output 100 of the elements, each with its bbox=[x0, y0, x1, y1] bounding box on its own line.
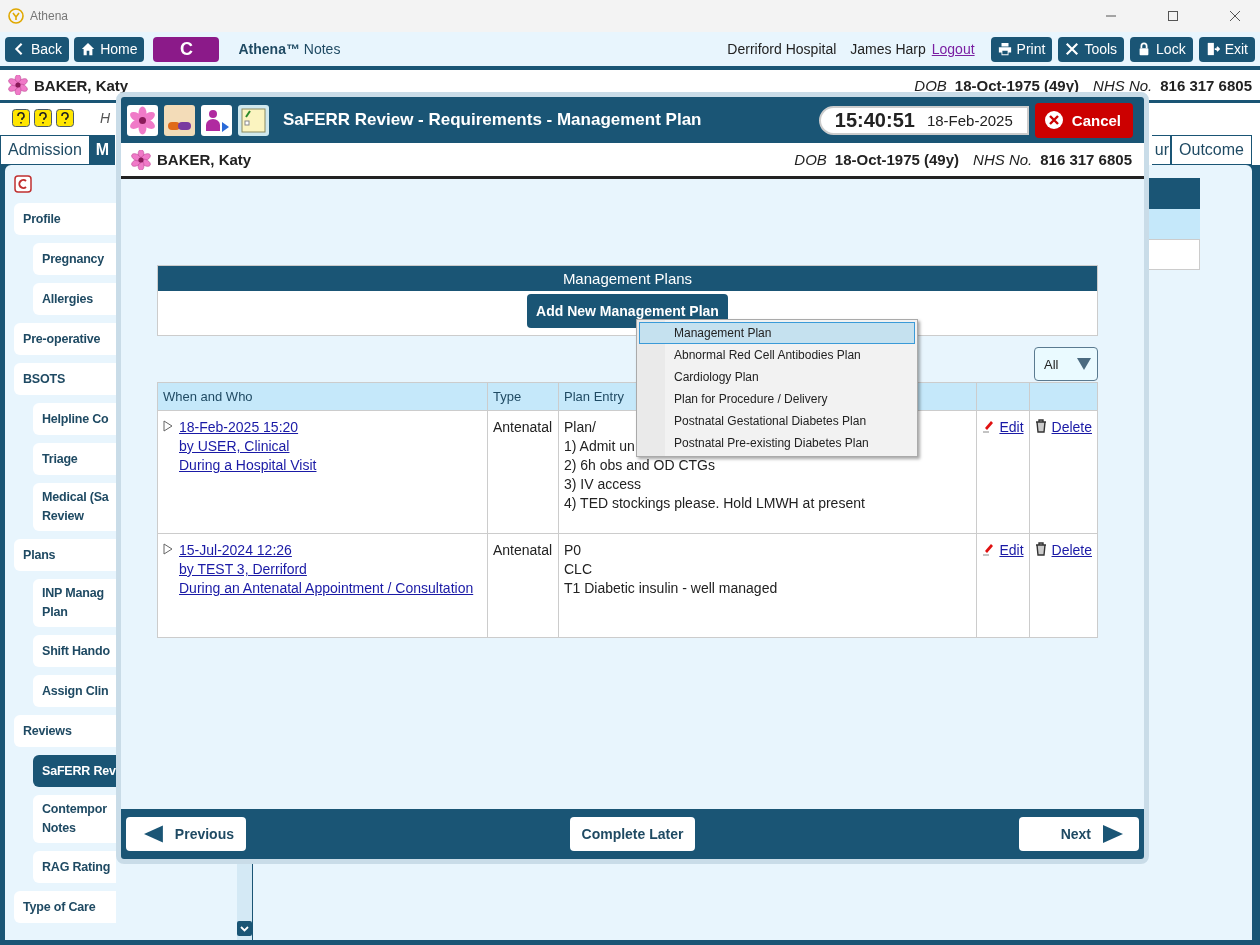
home-icon bbox=[81, 42, 96, 56]
triangle-right-icon bbox=[1103, 825, 1123, 843]
patient-name: BAKER, Katy bbox=[157, 151, 252, 168]
delete-link[interactable]: Delete bbox=[1051, 418, 1092, 437]
nhs-label: NHS No. bbox=[973, 151, 1033, 168]
exit-button[interactable]: Exit bbox=[1198, 36, 1255, 62]
maximize-icon[interactable] bbox=[1167, 10, 1179, 22]
tab[interactable]: M bbox=[89, 135, 115, 165]
help-icon[interactable] bbox=[56, 109, 74, 127]
author-link[interactable]: by USER, Clinical bbox=[179, 437, 317, 456]
plan-line: T1 Diabetic insulin - well managed bbox=[564, 579, 778, 598]
menu-item[interactable]: Postnatal Pre-existing Diabetes Plan bbox=[639, 432, 915, 454]
context-link[interactable]: During an Antenatal Appointment / Consultation bbox=[179, 579, 474, 598]
home-button[interactable]: Home bbox=[74, 36, 145, 62]
capsule-icon[interactable] bbox=[164, 104, 195, 136]
expand-icon[interactable] bbox=[163, 543, 173, 555]
pencil-icon bbox=[982, 542, 995, 556]
c-badge-icon bbox=[14, 175, 32, 193]
letter-button[interactable]: C bbox=[153, 36, 220, 62]
plan-line: 3) IV access bbox=[564, 475, 642, 494]
close-icon bbox=[1043, 110, 1064, 130]
sidebar-item[interactable]: Type of Care bbox=[14, 891, 116, 923]
print-button[interactable]: Print bbox=[990, 36, 1053, 62]
panel-title: Management Plans bbox=[562, 270, 693, 287]
dob-label: DOB bbox=[914, 76, 947, 94]
complete-later-button[interactable]: Complete Later bbox=[569, 817, 696, 851]
scroll-down-icon[interactable] bbox=[237, 921, 252, 936]
sidebar-item[interactable]: Reviews bbox=[14, 715, 116, 747]
sidebar-item[interactable]: Plans bbox=[14, 539, 116, 571]
dob-label: DOB bbox=[794, 151, 827, 168]
close-icon[interactable] bbox=[1229, 10, 1241, 22]
menu-item[interactable]: Management Plan bbox=[639, 322, 915, 344]
dob-value: 18-Oct-1975 (49y) bbox=[834, 151, 960, 168]
caret-icon bbox=[1077, 358, 1091, 370]
lock-button[interactable]: Lock bbox=[1130, 36, 1193, 62]
context-link[interactable]: During a Hospital Visit bbox=[179, 456, 317, 475]
menu-item[interactable]: Postnatal Gestational Diabetes Plan bbox=[639, 410, 915, 432]
flower-icon[interactable] bbox=[127, 104, 158, 136]
tab[interactable]: Outcome bbox=[1171, 135, 1252, 165]
plan-line: Plan/ bbox=[564, 418, 596, 437]
header-text: H bbox=[100, 110, 111, 126]
flower-icon bbox=[131, 149, 151, 170]
plan-line: CLC bbox=[564, 560, 592, 579]
tab[interactable]: ur bbox=[1152, 135, 1172, 165]
patient-name: BAKER, Katy bbox=[34, 76, 129, 94]
sidebar-item[interactable]: Profile bbox=[14, 203, 116, 235]
help-icon[interactable] bbox=[34, 109, 52, 127]
nhs-number: 816 317 6805 bbox=[1160, 76, 1252, 94]
filter-dropdown[interactable]: All bbox=[1034, 347, 1098, 381]
next-button[interactable]: Next bbox=[1019, 817, 1139, 851]
sidebar-item[interactable]: SaFERR Rev bbox=[33, 755, 116, 787]
trash-icon bbox=[1034, 419, 1047, 433]
menu-item[interactable]: Plan for Procedure / Delivery bbox=[639, 388, 915, 410]
sidebar-item[interactable]: Pre-operative bbox=[14, 323, 116, 355]
edit-link[interactable]: Edit bbox=[999, 418, 1024, 437]
table-cell: Antenatal bbox=[487, 410, 559, 534]
sidebar-item[interactable]: Medical (Sa Review bbox=[33, 483, 116, 531]
sidebar-item[interactable]: BSOTS bbox=[14, 363, 116, 395]
author-link[interactable]: by TEST 3, Derriford bbox=[179, 560, 474, 579]
time-text: 15:40:51 bbox=[834, 108, 915, 132]
printer-icon bbox=[997, 42, 1012, 56]
help-icon[interactable] bbox=[12, 109, 30, 127]
tools-button[interactable]: Tools bbox=[1058, 36, 1125, 62]
cancel-button[interactable]: Cancel bbox=[1034, 102, 1133, 138]
plan-line: 4) TED stockings please. Hold LMWH at present bbox=[564, 494, 865, 513]
edit-link[interactable]: Edit bbox=[999, 541, 1024, 560]
app-name: Athena™ Notes bbox=[238, 41, 341, 57]
window-title: Athena bbox=[30, 9, 69, 23]
plan-line: P0 bbox=[564, 541, 582, 560]
delete-link[interactable]: Delete bbox=[1051, 541, 1092, 560]
sidebar-item[interactable]: Triage bbox=[33, 443, 116, 475]
sidebar-item[interactable]: Shift Hando bbox=[33, 635, 116, 667]
sidebar-item[interactable]: INP Manag Plan bbox=[33, 579, 116, 627]
dialog-title: SaFERR Review - Requirements - Management Plan bbox=[283, 110, 702, 130]
expand-icon[interactable] bbox=[163, 420, 173, 432]
sidebar-item[interactable]: Contempor Notes bbox=[33, 795, 116, 843]
back-button[interactable]: Back bbox=[5, 36, 70, 62]
hospital-name: Derriford Hospital bbox=[727, 41, 837, 57]
nhs-number: 816 317 6805 bbox=[1040, 151, 1132, 168]
trash-icon bbox=[1034, 542, 1047, 556]
nhs-label: NHS No. bbox=[1093, 76, 1153, 94]
tab[interactable]: Admission bbox=[0, 135, 90, 165]
date-link[interactable]: 18-Feb-2025 15:20 bbox=[179, 418, 317, 437]
menu-item[interactable]: Abnormal Red Cell Antibodies Plan bbox=[639, 344, 915, 366]
exit-icon bbox=[1205, 42, 1220, 56]
sidebar-item[interactable]: Pregnancy bbox=[33, 243, 116, 275]
sidebar-item[interactable]: Helpline Co bbox=[33, 403, 116, 435]
date-link[interactable]: 15-Jul-2024 12:26 bbox=[179, 541, 474, 560]
sidebar-item[interactable]: Assign Clin bbox=[33, 675, 116, 707]
pencil-icon bbox=[982, 419, 995, 433]
previous-button[interactable]: Previous bbox=[126, 817, 246, 851]
column-header: When and Who bbox=[157, 382, 488, 411]
sidebar-item[interactable]: RAG Rating bbox=[33, 851, 116, 883]
sidebar-item[interactable]: Allergies bbox=[33, 283, 116, 315]
user-name: James Harp bbox=[850, 41, 926, 57]
triangle-left-icon bbox=[144, 825, 163, 843]
column-header: Type bbox=[487, 382, 559, 411]
notepad-icon[interactable] bbox=[238, 104, 269, 136]
date-text: 18-Feb-2025 bbox=[926, 111, 1013, 129]
logout-link[interactable]: Logout bbox=[931, 41, 975, 57]
